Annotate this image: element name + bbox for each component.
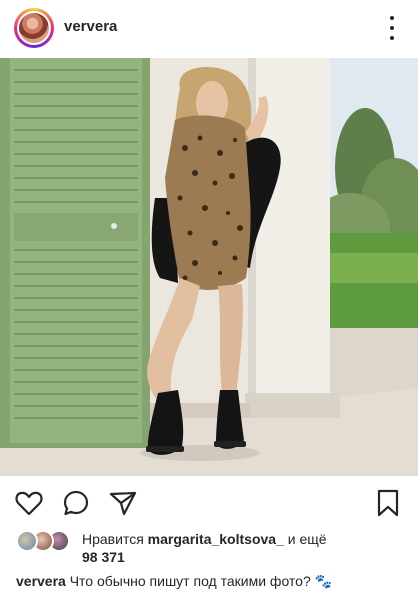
post-photo[interactable]	[0, 58, 418, 476]
caption-text: Что обычно пишут под такими фото?	[69, 573, 311, 589]
heart-icon[interactable]	[14, 488, 44, 518]
likes-count[interactable]: 98 371	[82, 548, 402, 566]
post-caption: ververa Что обычно пишут под такими фото…	[16, 573, 411, 590]
liked-by-username[interactable]: margarita_koltsova_	[148, 531, 284, 547]
liker-avatar	[16, 530, 38, 552]
likes-summary[interactable]: Нравится margarita_koltsova_ и ещё 98 37…	[16, 528, 406, 568]
likes-prefix: Нравится	[82, 531, 144, 547]
paw-prints-icon: 🐾	[314, 573, 333, 589]
comment-icon[interactable]	[61, 488, 91, 518]
avatar-border	[17, 11, 51, 45]
post-header: ververa	[0, 0, 418, 56]
profile-avatar[interactable]	[14, 8, 54, 48]
avatar-image	[19, 13, 49, 43]
post-actions	[0, 484, 418, 520]
likes-suffix: и ещё	[287, 531, 327, 547]
post-username[interactable]: ververa	[64, 18, 117, 35]
photo-illustration	[0, 58, 418, 476]
caption-author[interactable]: ververa	[16, 573, 66, 589]
more-vertical-icon[interactable]	[388, 16, 396, 40]
likes-text: Нравится margarita_koltsova_ и ещё 98 37…	[82, 530, 402, 566]
send-icon[interactable]	[108, 488, 138, 518]
bookmark-icon[interactable]	[373, 488, 403, 518]
